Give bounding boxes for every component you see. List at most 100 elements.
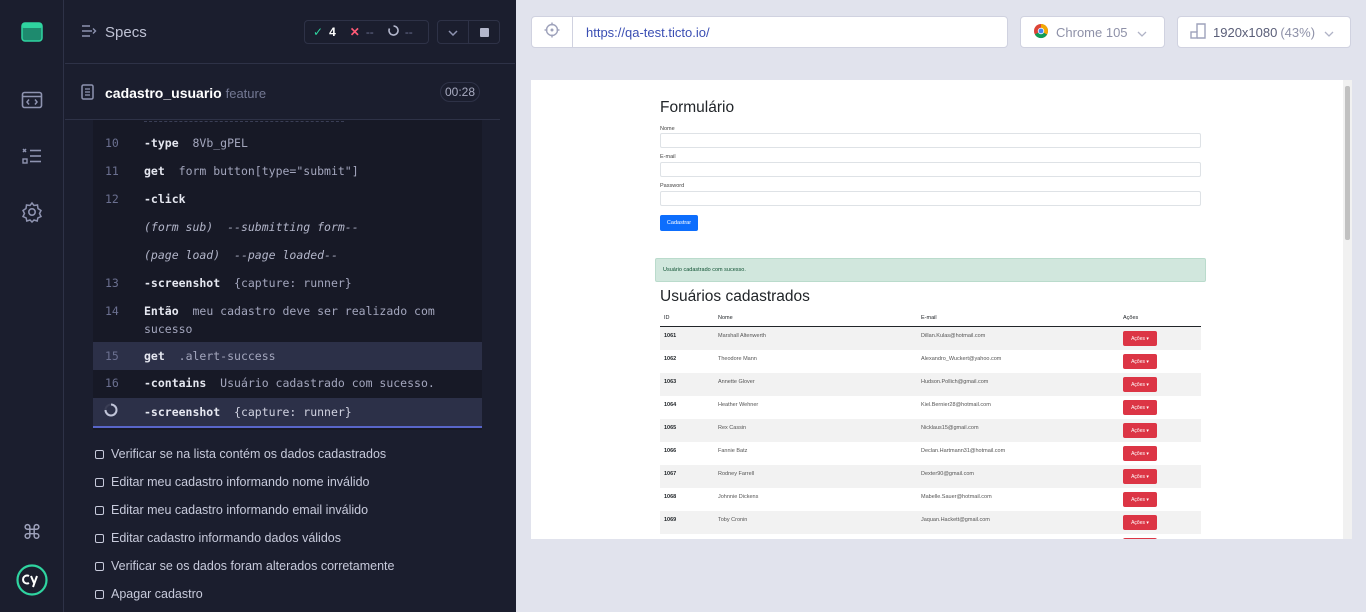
spec-file-header: cadastro_usuario feature 00:28 [65,65,500,120]
pending-count: -- [404,25,413,39]
specs-list-toggle-icon[interactable] [81,24,97,43]
command-message: {capture: runner} [234,276,352,290]
test-title: Apagar cadastro [111,587,203,601]
browser-selector[interactable]: Chrome 105 [1020,16,1165,48]
command-name: get .alert-success [144,347,276,365]
actions-dropdown-button[interactable]: Ações ▾ [1123,331,1157,346]
actions-dropdown-button[interactable]: Ações ▾ [1123,469,1157,484]
command-number: 12 [105,192,119,206]
url-text[interactable]: https://qa-test.ticto.io/ [586,25,710,40]
collapse-button[interactable] [437,20,469,44]
stop-icon [479,27,489,37]
test-item[interactable]: Editar meu cadastro informando email inv… [93,499,368,521]
spec-name: cadastro_usuario feature [105,85,266,101]
cell-email: Nicklaus15@gmail.com [921,425,979,431]
test-item[interactable]: Editar cadastro informando dados válidos [93,527,341,549]
actions-dropdown-button[interactable]: Ações ▾ [1123,446,1157,461]
name-input[interactable] [660,133,1201,148]
command-name: -contains Usuário cadastrado com sucesso… [144,374,435,392]
command-name: -type 8Vb_gPEL [144,134,248,152]
actions-dropdown-button[interactable]: Ações ▾ [1123,492,1157,507]
actions-dropdown-button[interactable]: Ações ▾ [1123,423,1157,438]
cell-email: Dillan.Kulas@hotmail.com [921,333,986,339]
cypress-app-icon[interactable] [0,12,64,52]
cypress-logo[interactable] [0,560,64,600]
table-row: 1063 Annette Glover Hudson.Pollich@gmail… [660,373,1201,396]
scrollbar-thumb[interactable] [1345,86,1350,240]
actions-dropdown-button[interactable] [1123,538,1157,539]
cell-id: 1063 [664,379,677,385]
url-bar[interactable]: https://qa-test.ticto.io/ [531,16,1008,48]
cell-name: Heather Wehner [718,402,759,408]
pending-test-icon [95,533,104,543]
app-frame-scrollbar[interactable] [1343,80,1352,539]
command-number: 10 [105,136,119,150]
command-row-running[interactable]: -screenshot {capture: runner} [93,398,482,428]
step-row[interactable]: 14 Então meu cadastro deve ser realizado… [93,302,482,338]
cell-name: Fannie Batz [718,448,748,454]
command-name-text: -contains [144,376,207,390]
form-title: Formulário [660,99,735,116]
cell-name: Johnnie Dickens [718,494,759,500]
cell-name: Toby Cronin [718,517,748,523]
actions-dropdown-button[interactable]: Ações ▾ [1123,400,1157,415]
selector-playground-button[interactable] [532,17,573,47]
actions-dropdown-button[interactable]: Ações ▾ [1123,515,1157,530]
actions-dropdown-button[interactable]: Ações ▾ [1123,354,1157,369]
test-title: Editar meu cadastro informando nome invá… [111,475,370,489]
cell-id: 1069 [664,517,677,523]
spec-name-text: cadastro_usuario [105,85,222,101]
step-text: meu cadastro deve ser realizado com [192,304,435,318]
cell-email: Jaquan.Hackett@gmail.com [921,517,990,523]
column-header-id: ID [664,315,670,321]
pending-test-icon [95,561,104,571]
specs-title[interactable]: Specs [105,24,147,41]
test-item[interactable]: Editar meu cadastro informando nome invá… [93,471,369,493]
previous-command-cutoff [144,120,344,122]
command-message: 8Vb_gPEL [192,136,248,150]
cell-email: Kiel.Bernier28@hotmail.com [921,402,991,408]
command-name: get form button[type="submit"] [144,162,359,180]
spec-extension: feature [225,86,267,101]
test-title: Editar meu cadastro informando email inv… [111,503,369,517]
test-item[interactable]: Verificar se na lista contém os dados ca… [93,443,386,465]
command-number: 15 [105,349,119,363]
actions-dropdown-button[interactable]: Ações ▾ [1123,377,1157,392]
actions-label: Ações [1131,427,1145,434]
cell-name: Marshall Altenwerth [718,333,766,339]
actions-label: Ações [1131,519,1145,526]
test-item[interactable]: Apagar cadastro [93,583,203,605]
settings-icon[interactable] [0,192,64,232]
command-message: {capture: runner} [234,405,352,419]
actions-label: Ações [1131,358,1145,365]
run-timer: 00:28 [440,82,480,102]
email-input[interactable] [660,162,1201,177]
passed-count: 4 [329,25,336,39]
submit-button[interactable]: Cadastrar [660,215,698,231]
column-header-name: Nome [718,315,733,321]
table-row: 1068 Johnnie Dickens Mabelle.Sauer@hotma… [660,488,1201,511]
document-icon [81,84,94,105]
password-input[interactable] [660,191,1201,206]
runs-icon[interactable] [0,136,64,176]
command-number: 11 [105,164,119,178]
success-alert: Usuário cadastrado com sucesso. [655,258,1206,282]
specs-icon[interactable] [0,80,64,120]
table-row: 1066 Fannie Batz Declan.Hartmann31@hotma… [660,442,1201,465]
test-stats: ✓ 4 ✕ -- -- [304,20,429,44]
command-number: 16 [105,376,119,390]
command-name-text: -type [144,136,179,150]
command-number: 14 [105,304,119,318]
password-label: Password [660,183,685,189]
aut-panel: https://qa-test.ticto.io/ Chrome 105 192… [516,0,1366,612]
keyboard-shortcuts-icon[interactable]: ⌘ [0,512,64,552]
command-row-active[interactable]: 15 get .alert-success [93,342,482,370]
test-item[interactable]: Verificar se os dados foram alterados co… [93,555,394,577]
cell-email: Hudson.Pollich@gmail.com [921,379,989,385]
step-keyword: Então [144,304,179,318]
viewport-selector[interactable]: 1920x1080 (43%) [1177,16,1351,48]
command-message: .alert-success [178,349,276,363]
table-title: Usuários cadastrados [660,288,810,305]
command-name: Então meu cadastro deve ser realizado co… [144,302,435,338]
stop-button[interactable] [468,20,500,44]
